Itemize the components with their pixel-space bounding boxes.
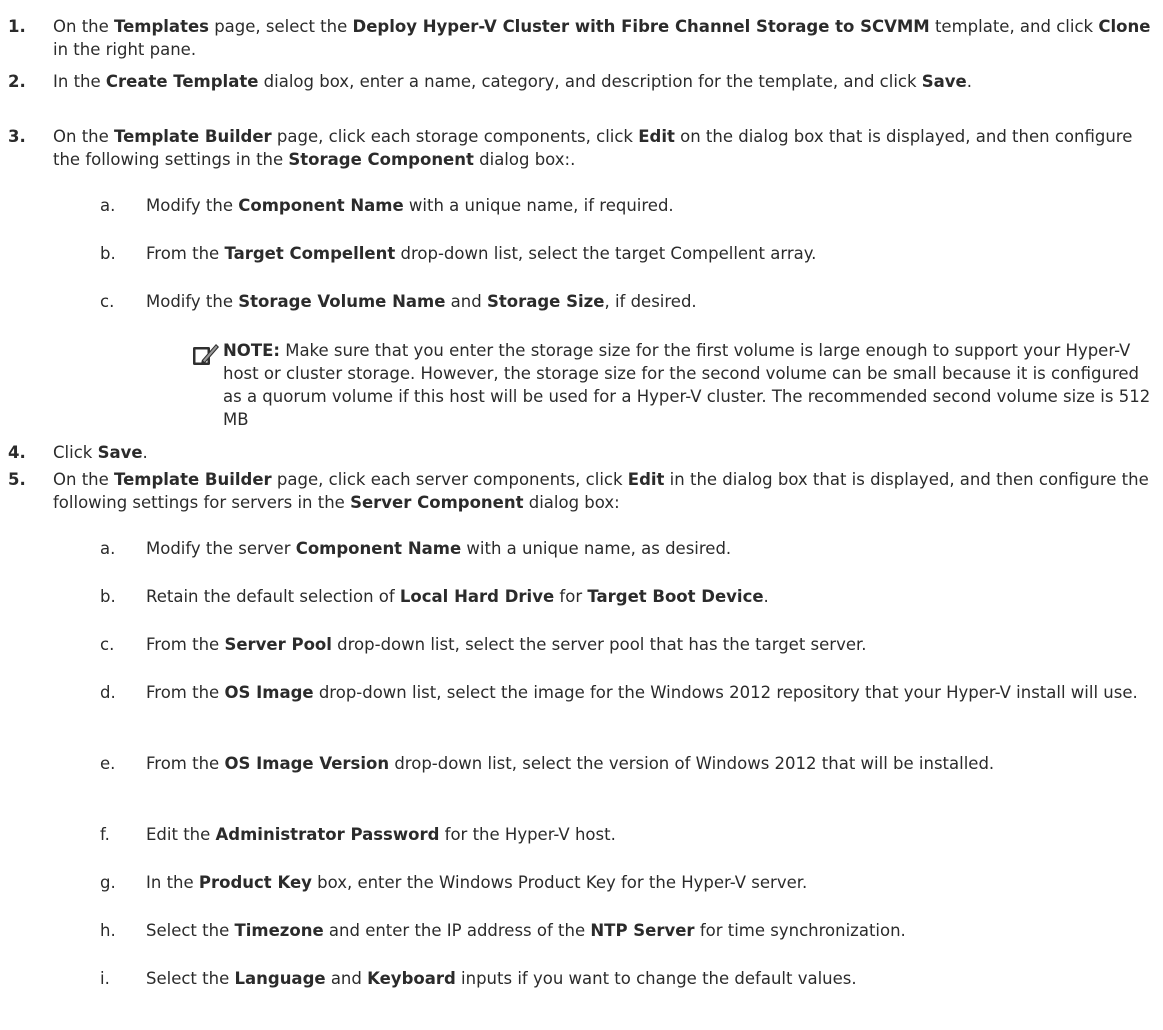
sub-text: From the OS Image drop-down list, select… [146, 683, 1138, 702]
sub-letter: f. [100, 825, 110, 844]
sub-text: Retain the default selection of Local Ha… [146, 587, 769, 606]
step-number: 5. [8, 470, 26, 489]
sub-text: In the Product Key box, enter the Window… [146, 873, 808, 892]
document: 1. On the Templates page, select the Dep… [0, 0, 1163, 1030]
sub-letter: a. [100, 539, 116, 558]
sub-text: Select the Language and Keyboard inputs … [146, 969, 857, 988]
step-number: 4. [8, 443, 26, 462]
step-number: 1. [8, 17, 26, 36]
step-text: On the Template Builder page, click each… [53, 470, 1149, 512]
sub-letter: b. [100, 587, 116, 606]
sub-letter: d. [100, 683, 116, 702]
sub-letter: b. [100, 244, 116, 263]
sub-text: Modify the Storage Volume Name and Stora… [146, 292, 697, 311]
sub-letter: c. [100, 635, 115, 654]
sub-letter: c. [100, 292, 115, 311]
step-text: Click Save. [53, 443, 148, 462]
sub-letter: i. [100, 969, 110, 988]
step-text: In the Create Template dialog box, enter… [53, 72, 972, 91]
sub-text: From the OS Image Version drop-down list… [146, 754, 995, 773]
sub-text: Modify the server Component Name with a … [146, 539, 732, 558]
sub-letter: h. [100, 921, 116, 940]
step-number: 3. [8, 127, 26, 146]
sub-text: Edit the Administrator Password for the … [146, 825, 616, 844]
sub-text: Modify the Component Name with a unique … [146, 196, 674, 215]
note-text: NOTE: Make sure that you enter the stora… [223, 341, 1151, 429]
pencil-note-icon [193, 344, 219, 365]
sub-letter: a. [100, 196, 116, 215]
step-text: On the Templates page, select the Deploy… [53, 17, 1151, 59]
sub-letter: g. [100, 873, 116, 892]
sub-text: Select the Timezone and enter the IP add… [146, 921, 906, 940]
step-number: 2. [8, 72, 26, 91]
sub-text: From the Server Pool drop-down list, sel… [146, 635, 867, 654]
sub-letter: e. [100, 754, 116, 773]
step-text: On the Template Builder page, click each… [53, 127, 1133, 169]
sub-text: From the Target Compellent drop-down lis… [146, 244, 817, 263]
